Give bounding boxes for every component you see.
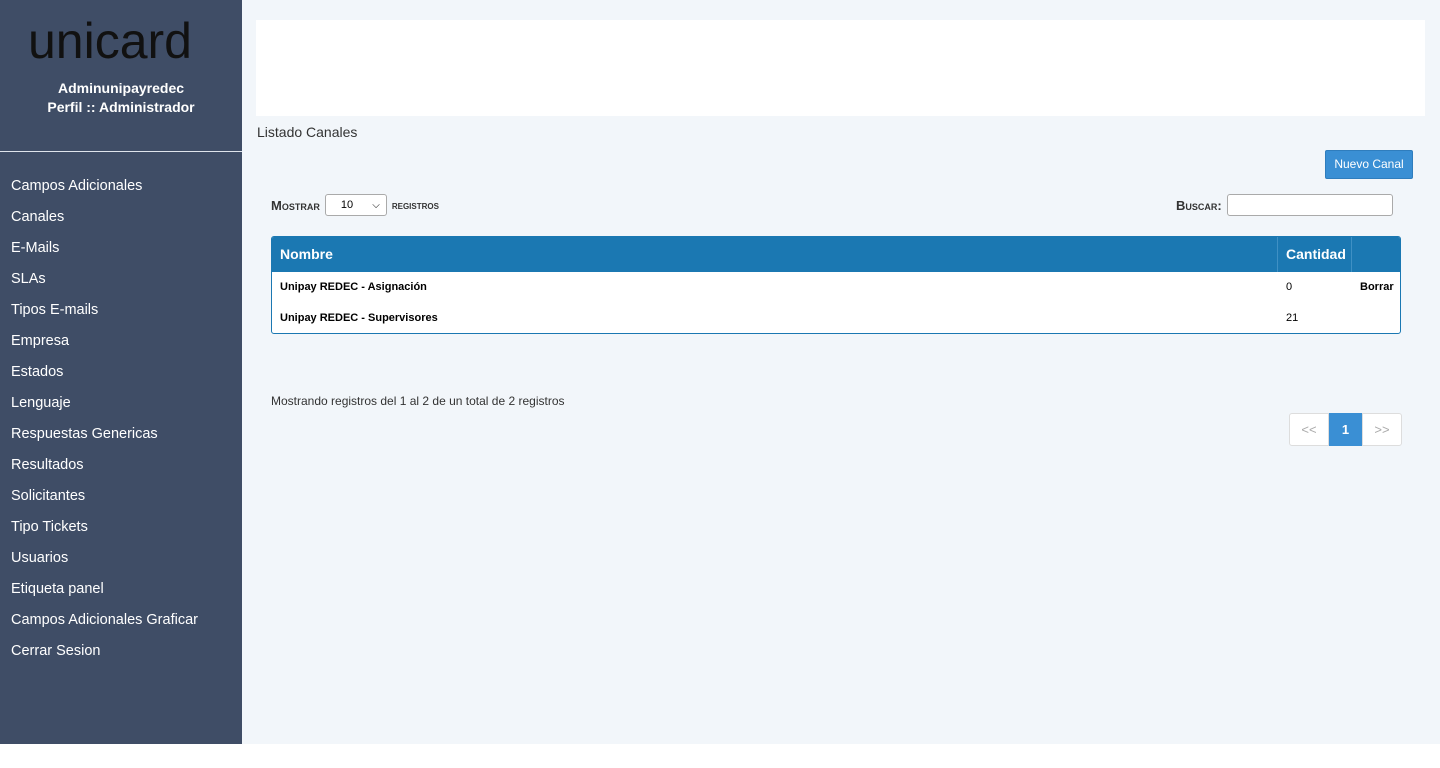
sidebar-item-solicitantes[interactable]: Solicitantes [0,481,242,512]
logo-text: unicard [28,16,192,66]
sidebar-item-canales[interactable]: Canales [0,202,242,233]
user-name: Adminunipayredec [57,80,185,96]
user-profile: Perfil :: Administrador [47,99,195,115]
pagination-prev-button[interactable]: << [1289,413,1329,446]
page-length-value: 10 [340,199,354,211]
table-row: Unipay REDEC - Asignación 0 Borrar [272,272,1400,303]
search-label: Buscar: [1176,197,1222,213]
column-header-cantidad[interactable]: Cantidad [1278,237,1352,272]
sidebar-item-lenguaje[interactable]: Lenguaje [0,388,242,419]
sidebar-item-campos-adicionales-graficar[interactable]: Campos Adicionales Graficar [0,605,242,636]
sidebar-item-resultados[interactable]: Resultados [0,450,242,481]
pagination-next-button[interactable]: >> [1362,413,1402,446]
row-quantity: 0 [1286,281,1293,293]
sidebar-nav: Campos Adicionales Canales E-Mails SLAs … [0,171,242,667]
sidebar-item-respuestas-genericas[interactable]: Respuestas Genericas [0,419,242,450]
sidebar-item-estados[interactable]: Estados [0,357,242,388]
row-name: Unipay REDEC - Asignación [280,281,427,293]
sidebar-item-etiqueta-panel[interactable]: Etiqueta panel [0,574,242,605]
delete-link[interactable]: Borrar [1360,272,1394,303]
sidebar-divider [0,151,242,152]
unicard-logo: unicard [28,16,192,66]
channels-table: Nombre Cantidad Unipay REDEC - Asignació… [271,236,1401,334]
table-row: Unipay REDEC - Supervisores 21 [272,303,1400,333]
pagination: << 1 >> [1289,413,1402,446]
sidebar-item-usuarios[interactable]: Usuarios [0,543,242,574]
column-header-nombre[interactable]: Nombre [272,237,1278,272]
search-control: Buscar: [1176,194,1393,216]
sidebar-item-tipos-e-mails[interactable]: Tipos E-mails [0,295,242,326]
sidebar-item-cerrar-sesion[interactable]: Cerrar Sesion [0,636,242,667]
header-banner [256,20,1425,116]
pagination-page-1[interactable]: 1 [1329,413,1362,446]
page-length-control: Mostrar 10 ⌵ registros [271,194,439,216]
column-header-actions [1352,237,1400,272]
main-content: Listado Canales Nuevo Canal Mostrar 10 ⌵… [242,0,1440,744]
page-title: Listado Canales [257,124,358,140]
sidebar-item-e-mails[interactable]: E-Mails [0,233,242,264]
table-header: Nombre Cantidad [272,237,1400,272]
new-channel-button[interactable]: Nuevo Canal [1325,150,1413,179]
sidebar-item-slas[interactable]: SLAs [0,264,242,295]
sidebar-item-empresa[interactable]: Empresa [0,326,242,357]
sidebar-item-tipo-tickets[interactable]: Tipo Tickets [0,512,242,543]
sidebar: unicard Adminunipayredec Perfil :: Admin… [0,0,242,744]
length-label-before: Mostrar [271,197,320,213]
search-input[interactable] [1226,194,1393,216]
sidebar-item-campos-adicionales[interactable]: Campos Adicionales [0,171,242,202]
chevron-down-icon: ⌵ [372,199,380,211]
page-length-select[interactable]: 10 ⌵ [324,194,387,216]
table-info: Mostrando registros del 1 al 2 de un tot… [271,394,565,408]
row-quantity: 21 [1286,312,1299,324]
row-name: Unipay REDEC - Supervisores [280,312,438,324]
app-root: unicard Adminunipayredec Perfil :: Admin… [0,0,1440,744]
length-label-after: registros [391,198,439,212]
